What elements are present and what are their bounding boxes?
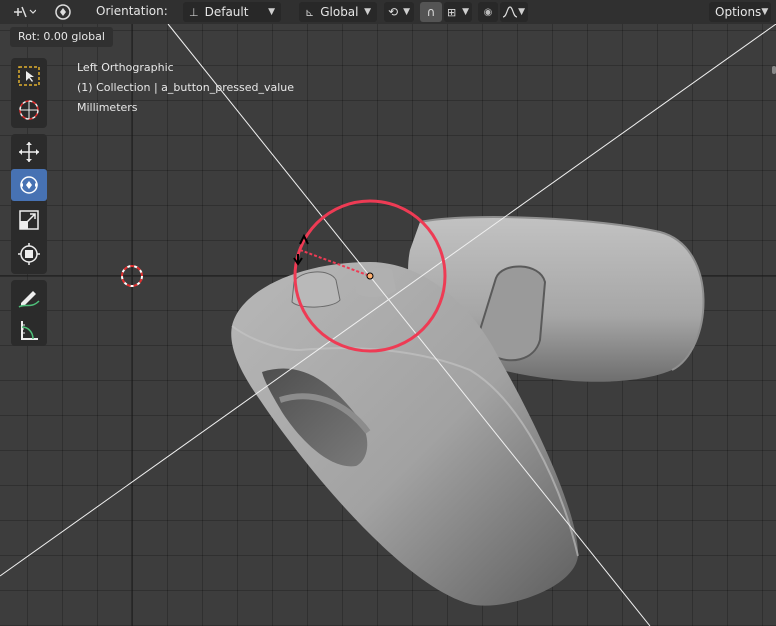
snap-increment-icon: ⊞: [447, 5, 457, 19]
snap-toggle[interactable]: ∩: [420, 2, 442, 22]
tool-move[interactable]: [11, 136, 47, 168]
transform-space-value: Global: [320, 5, 359, 19]
annotate-icon: [18, 291, 40, 308]
pivot-point-dropdown[interactable]: ⟲ ▼: [384, 2, 414, 22]
global-axes-icon: ⊾: [305, 5, 315, 19]
tool-transform[interactable]: [11, 238, 47, 270]
options-dropdown[interactable]: Options ▼: [709, 2, 771, 22]
tool-scale[interactable]: [11, 204, 47, 236]
tool-select-box[interactable]: [11, 60, 47, 92]
sidebar-toggle-icon[interactable]: [772, 66, 776, 74]
collection-info: (1) Collection | a_button_pressed_value: [77, 81, 294, 94]
chevron-down-icon: ▼: [462, 7, 469, 17]
pivot-point-icon: ⟲: [388, 5, 399, 19]
cursor-icon: [19, 100, 39, 120]
orientation-value: Default: [204, 5, 249, 19]
3d-viewport[interactable]: Orientation: ⊥ Default ▼ ⊾ Global ▼ ⟲ ▼ …: [0, 0, 776, 626]
tool-measure[interactable]: [11, 314, 47, 346]
falloff-curve-icon: [503, 6, 517, 18]
snap-target-dropdown[interactable]: ⊞ ▼: [444, 2, 472, 22]
tool-rotate[interactable]: [11, 169, 47, 201]
orientation-dropdown[interactable]: ⊥ Default ▼: [183, 2, 281, 22]
viewport-header: Orientation: ⊥ Default ▼ ⊾ Global ▼ ⟲ ▼ …: [0, 0, 776, 24]
rotate-icon: [20, 176, 38, 194]
select-box-icon: [18, 66, 40, 86]
transform-icon: [18, 243, 40, 265]
orientation-axes-icon: ⊥: [189, 5, 199, 19]
measure-icon: [21, 321, 38, 340]
rotation-status: Rot: 0.00 global: [10, 27, 113, 47]
gizmo-icon: [55, 4, 71, 20]
falloff-dropdown[interactable]: ▼: [500, 2, 528, 22]
transform-space-dropdown[interactable]: ⊾ Global ▼: [299, 2, 377, 22]
options-label: Options: [715, 5, 762, 19]
rotate-affect-button[interactable]: [48, 2, 78, 22]
chevron-down-icon: ▼: [364, 7, 371, 17]
chevron-down-icon: ▼: [268, 7, 275, 17]
tool-annotate[interactable]: [11, 281, 47, 313]
orientation-label: Orientation:: [96, 4, 168, 18]
chevron-down-icon: ▼: [761, 7, 769, 17]
chevron-down-icon: ▼: [518, 7, 525, 17]
move-icon: [19, 142, 39, 162]
viewport-info: Left Orthographic (1) Collection | a_but…: [77, 58, 294, 118]
proportional-edit-toggle[interactable]: ◉: [478, 2, 498, 22]
scale-icon: [19, 210, 39, 230]
proportional-edit-icon: ◉: [483, 6, 493, 18]
pivot-icon: [14, 6, 36, 18]
chevron-down-icon: ▼: [403, 7, 410, 17]
magnet-icon: ∩: [426, 5, 436, 19]
transform-pivot-button[interactable]: [8, 2, 40, 22]
tool-cursor[interactable]: [11, 94, 47, 126]
view-name: Left Orthographic: [77, 61, 174, 74]
units-info: Millimeters: [77, 101, 138, 114]
